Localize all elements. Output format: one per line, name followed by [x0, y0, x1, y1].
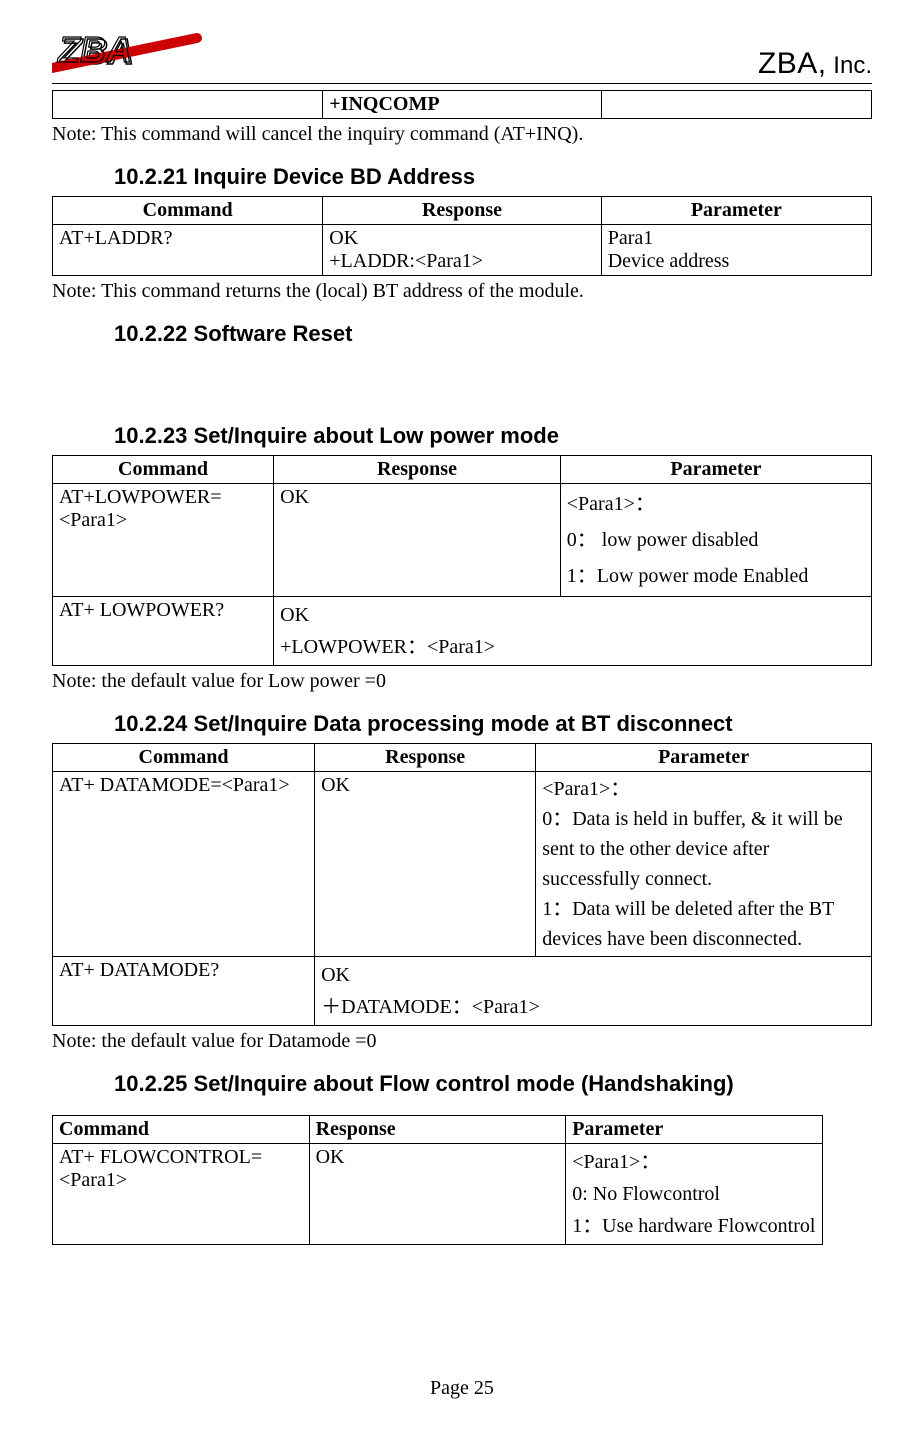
company-name: ZBA, Inc. [758, 47, 872, 81]
laddr-table: Command Response Parameter AT+LADDR? OK … [52, 196, 872, 276]
lowpower-table: Command Response Parameter AT+LOWPOWER=<… [52, 455, 872, 666]
table-header-row: Command Response Parameter [53, 744, 872, 772]
cell: AT+ DATAMODE? [53, 957, 315, 1026]
cell: AT+LADDR? [53, 225, 323, 276]
cell: <Para1>： 0： low power disabled 1：Low pow… [560, 484, 871, 597]
cell [53, 91, 323, 119]
cell-text: +INQCOMP [329, 93, 439, 115]
note-laddr: Note: This command returns the (local) B… [52, 280, 872, 303]
cell: OK [315, 772, 536, 957]
cell: OK [309, 1144, 566, 1245]
table-row: AT+ LOWPOWER? OK +LOWPOWER：<Para1> [53, 597, 872, 666]
cell: AT+ LOWPOWER? [53, 597, 274, 666]
spacer [52, 353, 872, 413]
cell: <Para1>： 0: No Flowcontrol 1：Use hardwar… [566, 1144, 823, 1245]
col-response: Response [274, 456, 561, 484]
cell: AT+LOWPOWER=<Para1> [53, 484, 274, 597]
note-lowpower: Note: the default value for Low power =0 [52, 670, 872, 693]
table-row: AT+LOWPOWER=<Para1> OK <Para1>： 0： low p… [53, 484, 872, 597]
col-response: Response [315, 744, 536, 772]
svg-text:ZBA: ZBA [57, 29, 132, 70]
document-page: ZBA ZBA ZBA, Inc. +INQCOMP Note: This co… [0, 0, 924, 1446]
datamode-table: Command Response Parameter AT+ DATAMODE=… [52, 743, 872, 1026]
col-parameter: Parameter [566, 1116, 823, 1144]
table-row: +INQCOMP [53, 91, 872, 119]
cell [601, 91, 871, 119]
table-row: AT+ FLOWCONTROL=<Para1> OK <Para1>： 0: N… [53, 1144, 823, 1245]
col-parameter: Parameter [536, 744, 872, 772]
cell: +INQCOMP [323, 91, 601, 119]
col-response: Response [323, 197, 601, 225]
note-datamode: Note: the default value for Datamode =0 [52, 1030, 872, 1053]
section-heading-10221: 10.2.21 Inquire Device BD Address [114, 164, 872, 190]
col-command: Command [53, 456, 274, 484]
table-header-row: Command Response Parameter [53, 197, 872, 225]
section-heading-10225: 10.2.25 Set/Inquire about Flow control m… [114, 1071, 872, 1097]
col-command: Command [53, 1116, 310, 1144]
section-heading-10222: 10.2.22 Software Reset [114, 321, 872, 347]
cell: OK ＋DATAMODE：<Para1> [315, 957, 872, 1026]
col-parameter: Parameter [601, 197, 871, 225]
col-response: Response [309, 1116, 566, 1144]
page-number: Page 25 [0, 1377, 924, 1400]
table-row: AT+LADDR? OK +LADDR:<Para1> Para1 Device… [53, 225, 872, 276]
col-command: Command [53, 197, 323, 225]
cell: OK [274, 484, 561, 597]
table-header-row: Command Response Parameter [53, 456, 872, 484]
table-header-row: Command Response Parameter [53, 1116, 823, 1144]
cell: <Para1>： 0：Data is held in buffer, & it … [536, 772, 872, 957]
company-text: ZBA, [758, 47, 827, 80]
section-heading-10223: 10.2.23 Set/Inquire about Low power mode [114, 423, 872, 449]
cell: Para1 Device address [601, 225, 871, 276]
col-command: Command [53, 744, 315, 772]
page-header: ZBA ZBA ZBA, Inc. [52, 28, 872, 84]
cell: OK +LOWPOWER：<Para1> [274, 597, 872, 666]
company-inc: Inc. [827, 52, 872, 79]
cell: OK +LADDR:<Para1> [323, 225, 601, 276]
table-row: AT+ DATAMODE=<Para1> OK <Para1>： 0：Data … [53, 772, 872, 957]
inqcomp-table: +INQCOMP [52, 90, 872, 119]
cell: AT+ DATAMODE=<Para1> [53, 772, 315, 957]
section-heading-10224: 10.2.24 Set/Inquire Data processing mode… [114, 711, 872, 737]
cell: AT+ FLOWCONTROL=<Para1> [53, 1144, 310, 1245]
zba-logo: ZBA ZBA [52, 28, 212, 81]
col-parameter: Parameter [560, 456, 871, 484]
note-inqcomp: Note: This command will cancel the inqui… [52, 123, 872, 146]
flowcontrol-table: Command Response Parameter AT+ FLOWCONTR… [52, 1115, 823, 1245]
spacer [52, 1103, 872, 1115]
table-row: AT+ DATAMODE? OK ＋DATAMODE：<Para1> [53, 957, 872, 1026]
